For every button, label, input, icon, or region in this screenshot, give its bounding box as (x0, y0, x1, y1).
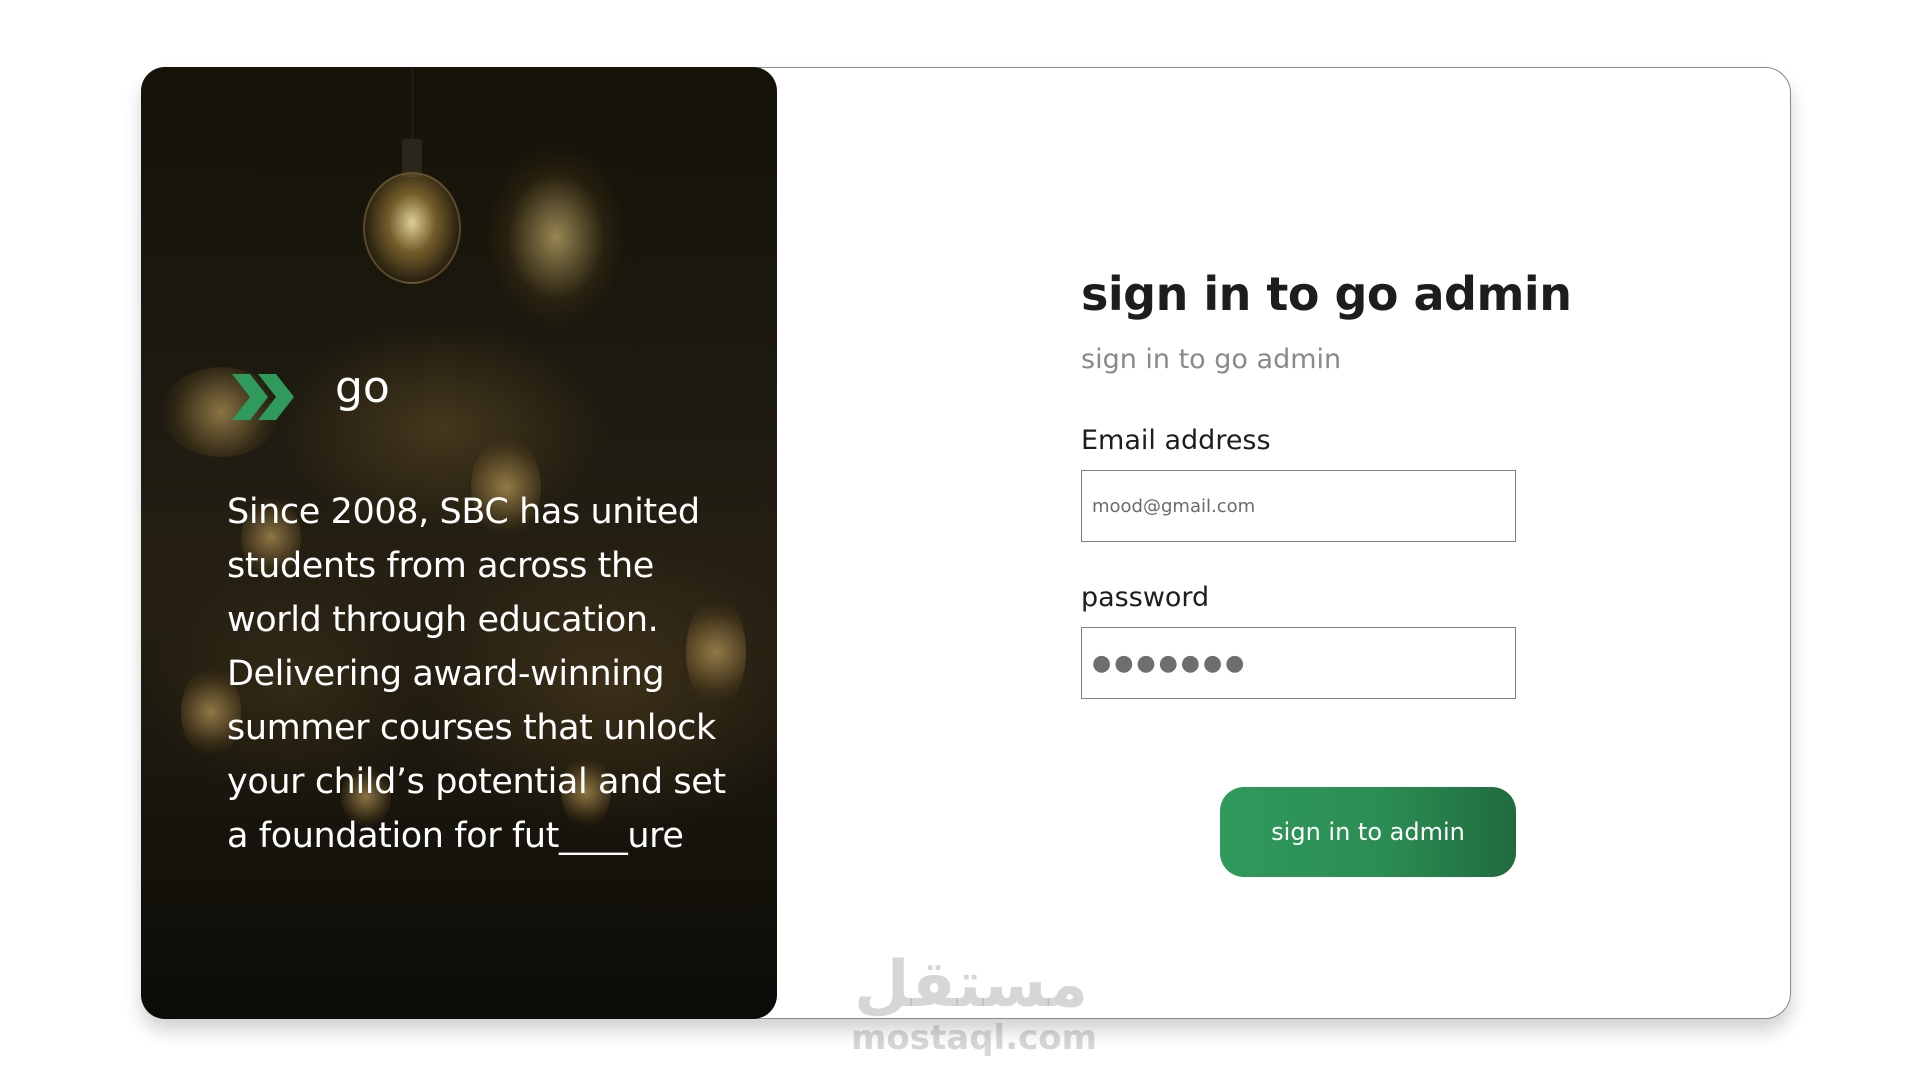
email-label: Email address (1081, 425, 1271, 456)
page-subtitle: sign in to go admin (1081, 344, 1342, 375)
hero-description: Since 2008, SBC has united students from… (227, 492, 726, 856)
double-chevron-right-icon (232, 374, 294, 420)
brand-name: go (335, 362, 390, 413)
watermark-arabic: مستقل (853, 948, 1089, 1022)
password-field[interactable] (1081, 627, 1516, 699)
light-bulb-image (363, 172, 461, 284)
page-title: sign in to go admin (1081, 267, 1572, 321)
sign-in-button[interactable]: sign in to admin (1220, 787, 1516, 877)
email-field[interactable] (1081, 470, 1516, 542)
watermark-latin: mostaql.com (851, 1018, 1098, 1058)
watermark: مستقل mostaql.com (851, 948, 1098, 1058)
password-label: password (1081, 582, 1210, 613)
